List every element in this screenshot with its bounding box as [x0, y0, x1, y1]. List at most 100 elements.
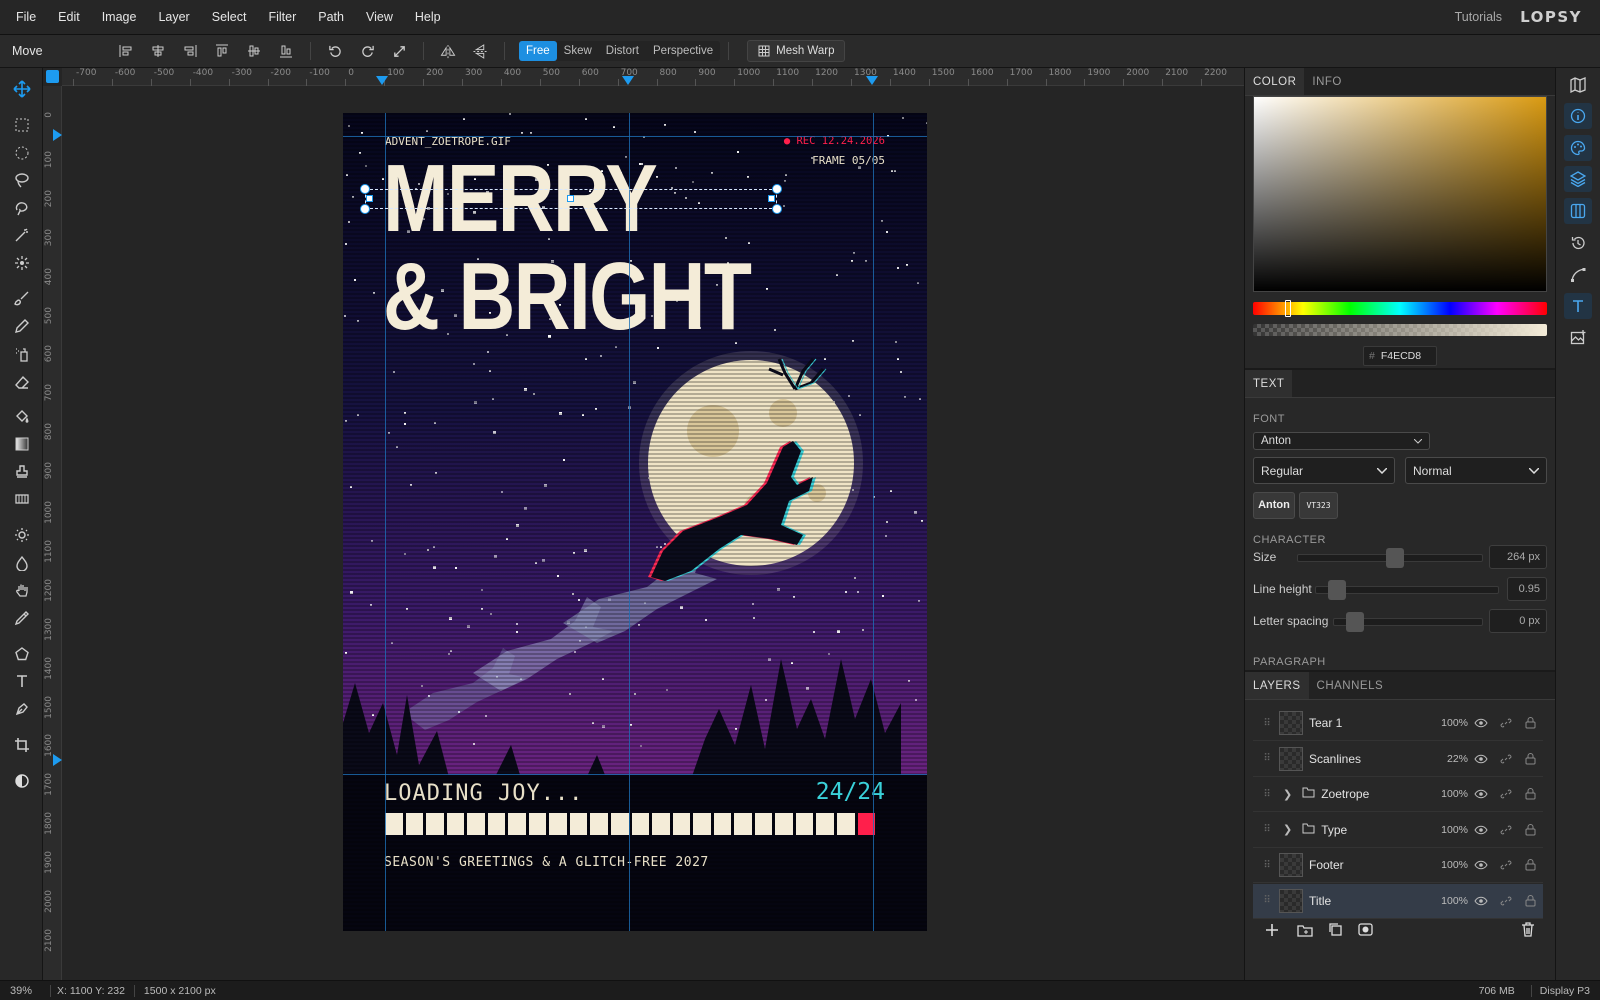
- line-height-slider[interactable]: [1315, 580, 1499, 600]
- blur-icon[interactable]: [7, 551, 36, 575]
- font-chip-anton[interactable]: Anton: [1253, 492, 1295, 519]
- menu-path[interactable]: Path: [307, 10, 355, 24]
- menu-view[interactable]: View: [355, 10, 404, 24]
- guide-marker-icon[interactable]: [53, 754, 62, 766]
- add-layer-icon[interactable]: [1265, 923, 1279, 940]
- font-style-select[interactable]: Regular: [1253, 457, 1395, 484]
- transform-handle[interactable]: [366, 195, 373, 202]
- paint-bucket-icon[interactable]: [7, 405, 36, 429]
- align-top-icon[interactable]: [206, 39, 238, 63]
- flip-horizontal-icon[interactable]: [432, 39, 464, 63]
- document-canvas[interactable]: ADVENT_ZOETROPE.GIF ● REC 12.24.2026 FRA…: [343, 113, 927, 931]
- font-variant-select[interactable]: Normal: [1405, 457, 1547, 484]
- eye-icon[interactable]: [1468, 896, 1493, 906]
- guide-marker-icon[interactable]: [622, 76, 634, 85]
- map-icon[interactable]: [1564, 72, 1592, 98]
- line-height-input[interactable]: 0.95: [1507, 577, 1547, 601]
- align-left-icon[interactable]: [110, 39, 142, 63]
- font-chip-vt323[interactable]: VT323: [1299, 492, 1338, 519]
- eye-icon[interactable]: [1468, 789, 1493, 799]
- eyedropper-icon[interactable]: [7, 606, 36, 630]
- new-group-icon[interactable]: [1297, 923, 1313, 940]
- eraser-icon[interactable]: [7, 370, 36, 394]
- pen-icon[interactable]: [7, 697, 36, 721]
- layer-opacity[interactable]: 100%: [1434, 824, 1468, 836]
- ruler-origin-corner[interactable]: [46, 70, 59, 83]
- layer-opacity[interactable]: 100%: [1434, 717, 1468, 729]
- layer-row[interactable]: ⠿ Tear 1 100%: [1253, 706, 1543, 741]
- dodge-icon[interactable]: [7, 523, 36, 547]
- image-adjust-icon[interactable]: [1564, 325, 1592, 351]
- guide-line-vertical[interactable]: [873, 113, 874, 931]
- rotate-ccw-icon[interactable]: [319, 39, 351, 63]
- lasso-icon[interactable]: [7, 168, 36, 192]
- history-icon[interactable]: [1564, 230, 1592, 256]
- guide-line-vertical[interactable]: [629, 113, 630, 931]
- layer-opacity[interactable]: 100%: [1434, 859, 1468, 871]
- eye-icon[interactable]: [1468, 754, 1493, 764]
- layer-row[interactable]: ⠿ ❯ Zoetrope 100%: [1253, 777, 1543, 812]
- guide-line-vertical[interactable]: [385, 113, 386, 931]
- scale-icon[interactable]: [383, 39, 415, 63]
- letter-spacing-slider-knob[interactable]: [1346, 612, 1364, 632]
- channels-icon[interactable]: [1564, 198, 1592, 224]
- tab-text[interactable]: TEXT: [1245, 370, 1293, 397]
- drag-handle-icon[interactable]: ⠿: [1261, 718, 1273, 729]
- hand-icon[interactable]: [7, 578, 36, 602]
- layer-opacity[interactable]: 22%: [1434, 753, 1468, 765]
- lock-icon[interactable]: [1518, 717, 1543, 729]
- layer-row[interactable]: ⠿ Footer 100%: [1253, 848, 1543, 883]
- eye-icon[interactable]: [1468, 860, 1493, 870]
- menu-filter[interactable]: Filter: [257, 10, 307, 24]
- menu-select[interactable]: Select: [201, 10, 258, 24]
- vertical-ruler[interactable]: 0 100 200 300 400 500 600 700 800 900 1000 1100 1200…: [43, 86, 62, 980]
- expand-chevron-icon[interactable]: ❯: [1283, 823, 1292, 836]
- rect-marquee-icon[interactable]: [7, 113, 36, 137]
- magic-wand-icon[interactable]: [7, 223, 36, 247]
- mesh-warp-button[interactable]: Mesh Warp: [747, 40, 846, 62]
- menu-layer[interactable]: Layer: [147, 10, 200, 24]
- flip-vertical-icon[interactable]: [464, 39, 496, 63]
- link-icon[interactable]: [1493, 753, 1518, 765]
- lock-icon[interactable]: [1518, 859, 1543, 871]
- hue-slider[interactable]: [1253, 302, 1547, 315]
- align-right-icon[interactable]: [174, 39, 206, 63]
- guide-line-horizontal[interactable]: [343, 774, 927, 775]
- guide-marker-icon[interactable]: [376, 76, 388, 85]
- pattern-icon[interactable]: [7, 487, 36, 511]
- transform-handle[interactable]: [360, 204, 370, 214]
- transform-handle[interactable]: [360, 184, 370, 194]
- contrast-icon[interactable]: [7, 769, 36, 793]
- mode-perspective[interactable]: Perspective: [646, 41, 720, 61]
- info-icon[interactable]: [1564, 103, 1592, 129]
- brush-icon[interactable]: [7, 286, 36, 310]
- guide-line-horizontal[interactable]: [343, 136, 927, 137]
- drag-handle-icon[interactable]: ⠿: [1261, 824, 1273, 835]
- text-panel-icon[interactable]: [1564, 293, 1592, 319]
- link-icon[interactable]: [1493, 788, 1518, 800]
- mode-distort[interactable]: Distort: [599, 41, 646, 61]
- zoom-level[interactable]: 39%: [10, 985, 44, 997]
- link-icon[interactable]: [1493, 717, 1518, 729]
- lock-icon[interactable]: [1518, 823, 1543, 836]
- layer-opacity[interactable]: 100%: [1434, 895, 1468, 907]
- letter-spacing-slider[interactable]: [1333, 612, 1483, 632]
- layers-icon[interactable]: [1564, 166, 1592, 192]
- menu-help[interactable]: Help: [404, 10, 452, 24]
- hue-slider-handle[interactable]: [1285, 300, 1291, 317]
- align-bottom-icon[interactable]: [270, 39, 302, 63]
- stamp-icon[interactable]: [7, 460, 36, 484]
- line-height-slider-knob[interactable]: [1328, 580, 1346, 600]
- menu-image[interactable]: Image: [91, 10, 148, 24]
- crop-icon[interactable]: [7, 733, 36, 757]
- move-tool-icon[interactable]: [7, 77, 36, 101]
- guide-marker-icon[interactable]: [866, 76, 878, 85]
- hex-field[interactable]: # F4ECD8: [1363, 346, 1437, 366]
- ellipse-marquee-icon[interactable]: [7, 141, 36, 165]
- color-field[interactable]: [1253, 96, 1547, 292]
- menu-file[interactable]: File: [5, 10, 47, 24]
- tab-info[interactable]: INFO: [1304, 68, 1349, 95]
- size-slider[interactable]: [1297, 548, 1483, 568]
- spray-icon[interactable]: [7, 342, 36, 366]
- canvas-area[interactable]: -700 -600 -500 -400 -300 -200 -100 0 100 200 300 40…: [43, 68, 1244, 980]
